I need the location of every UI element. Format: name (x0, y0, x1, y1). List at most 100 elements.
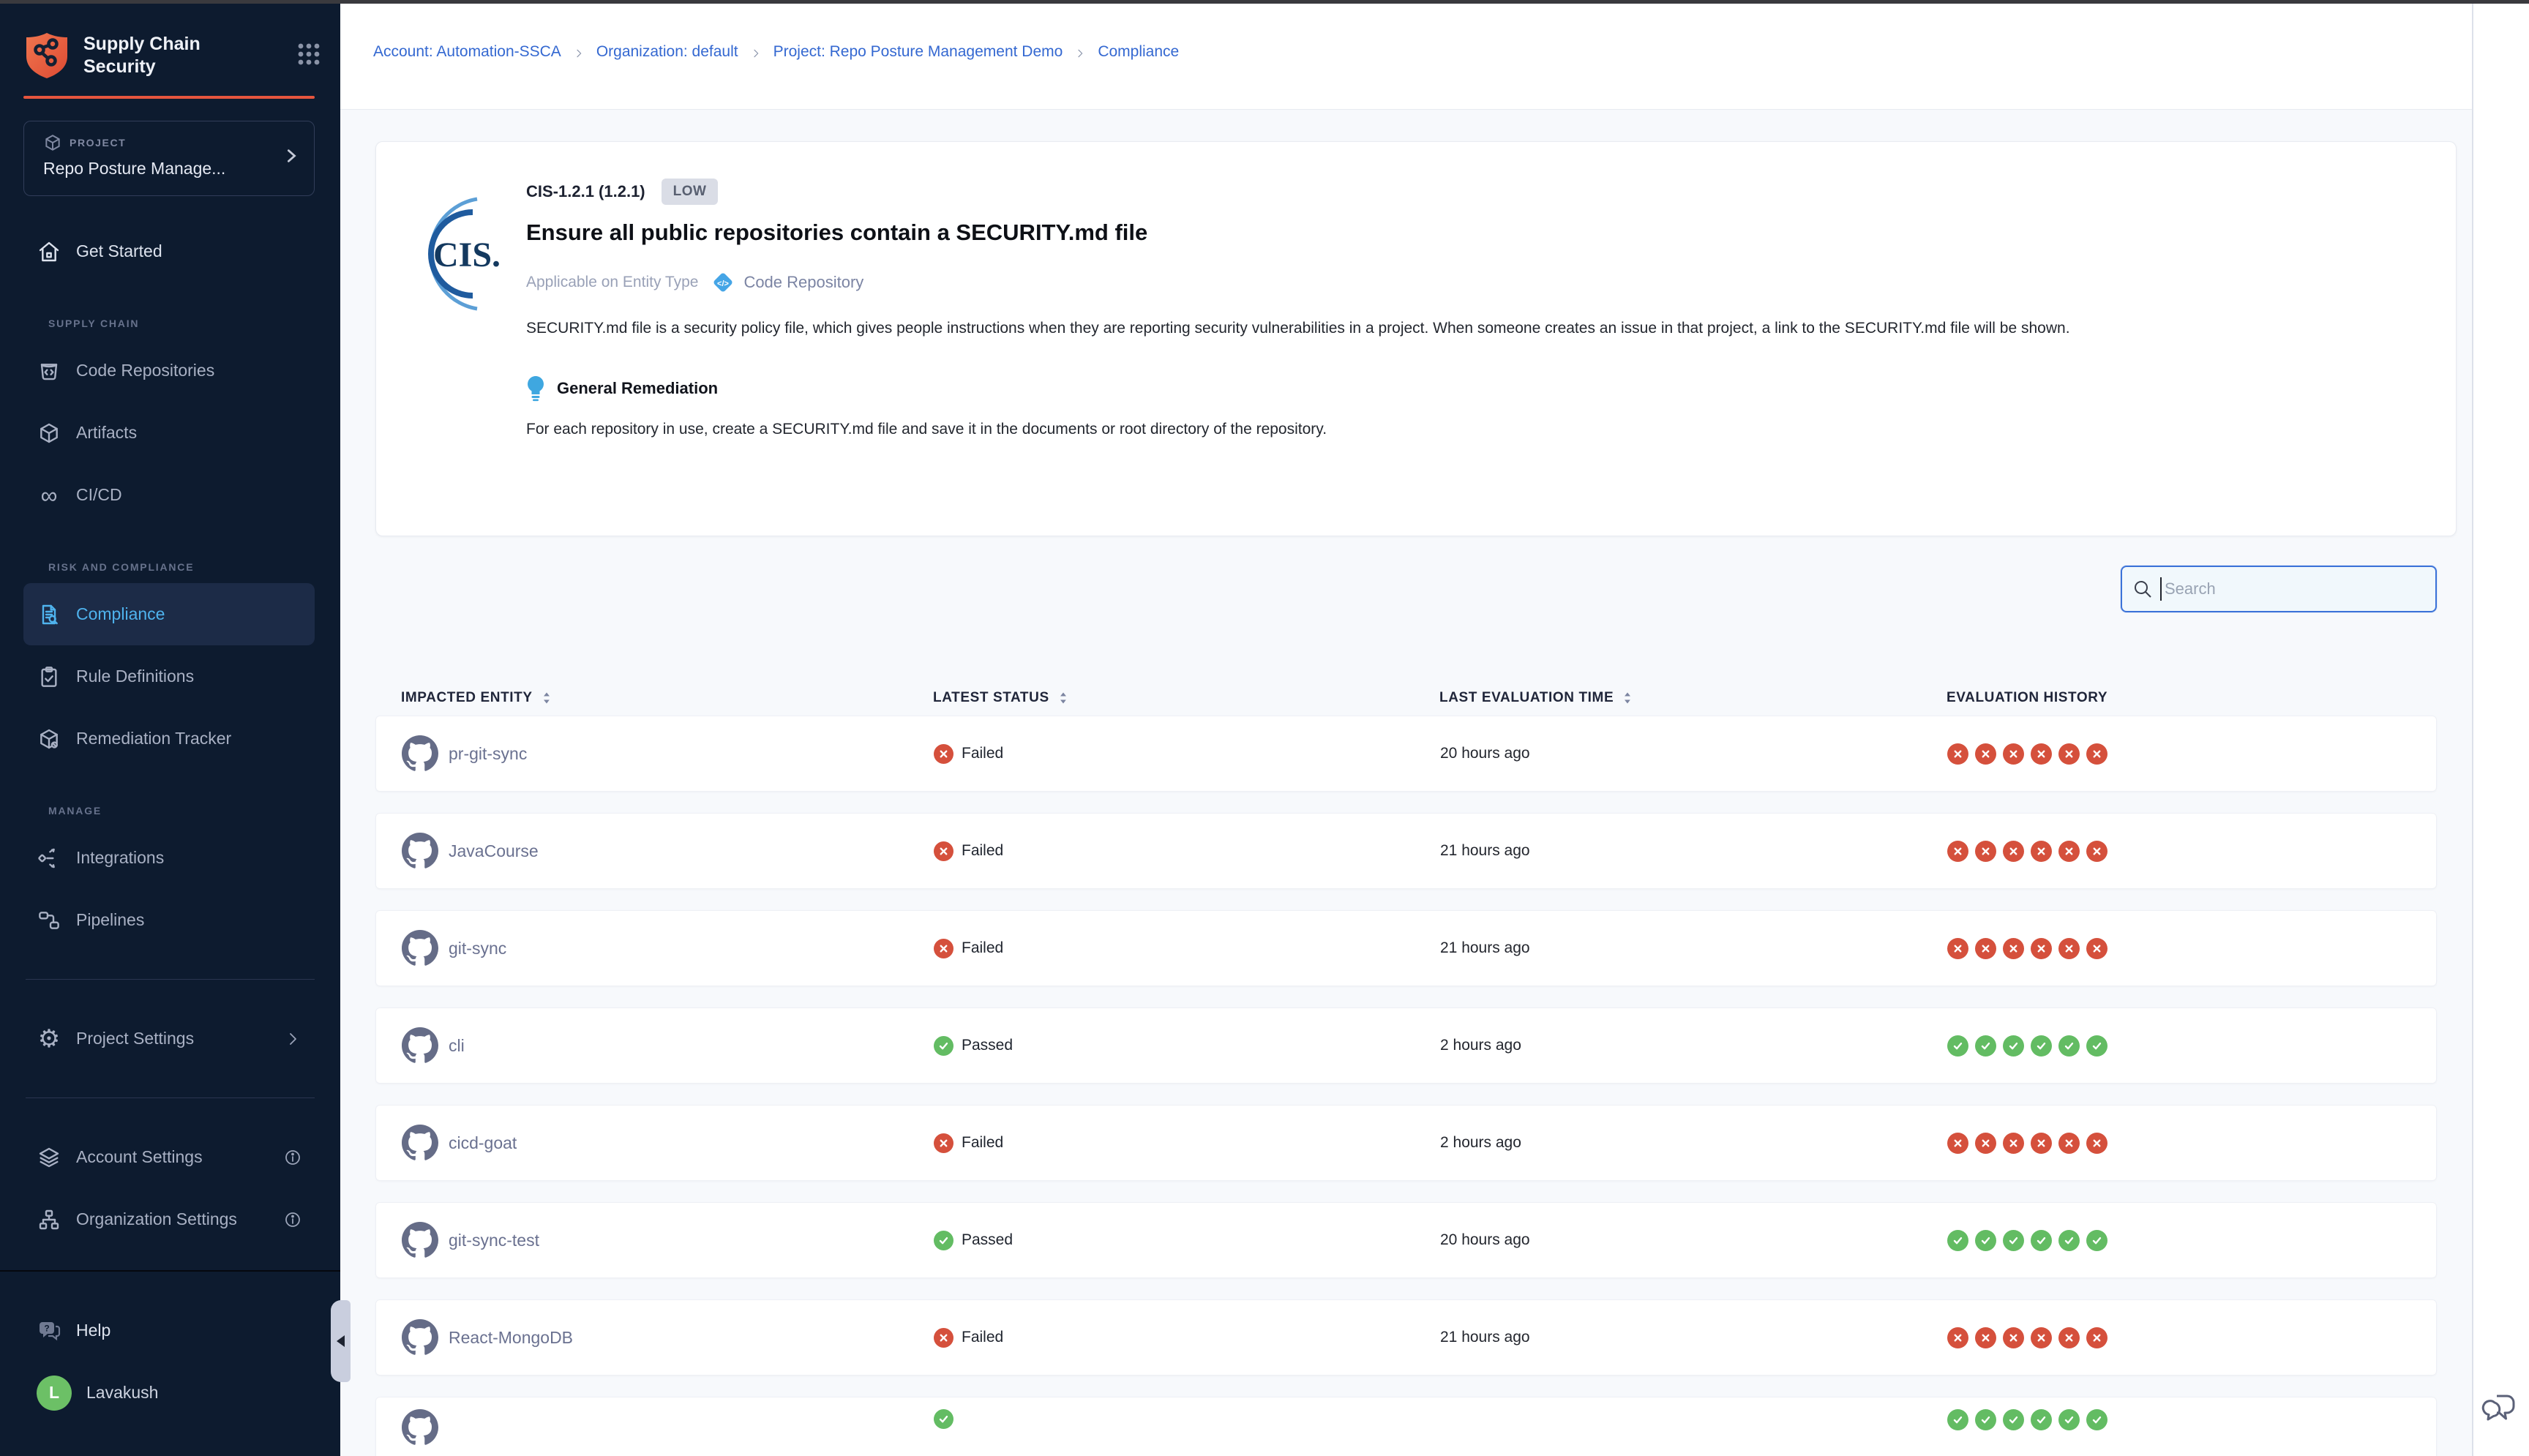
impacted-entity-cell: JavaCourse (376, 833, 908, 869)
impacted-entity-cell: git-sync-test (376, 1222, 908, 1258)
status-label: Failed (962, 1329, 1003, 1346)
user-menu[interactable]: L Lavakush (23, 1362, 315, 1424)
code-repo-icon (37, 359, 61, 383)
breadcrumb-item-compliance[interactable]: Compliance (1098, 43, 1179, 61)
infinity-icon: ∞ (37, 483, 61, 508)
table-row-pr-git-sync[interactable]: pr-git-syncFailed20 hours ago (375, 716, 2437, 792)
help-chat-icon: ? (37, 1318, 61, 1343)
status-label: Failed (962, 1134, 1003, 1152)
status-failed-icon (934, 939, 953, 958)
history-failed-icon (2058, 1327, 2080, 1348)
history-failed-icon (2031, 841, 2052, 862)
status-passed-icon (934, 1231, 953, 1250)
sidebar-item-artifacts[interactable]: Artifacts (23, 402, 315, 464)
sort-icon[interactable] (542, 691, 552, 705)
column-header-label: LAST EVALUATION TIME (1439, 690, 1614, 706)
history-failed-icon (2031, 1327, 2052, 1348)
table-row-javacourse[interactable]: JavaCourseFailed21 hours ago (375, 813, 2437, 889)
evaluation-history-cell (1922, 1133, 2457, 1154)
status-label: Failed (962, 745, 1003, 762)
sidebar-item-project-settings[interactable]: ⚙Project Settings (23, 1007, 315, 1070)
sidebar-item-help[interactable]: ? Help (23, 1299, 315, 1362)
status-passed-icon (934, 1036, 953, 1056)
layers-icon (37, 1145, 61, 1170)
entity-name[interactable]: React-MongoDB (449, 1328, 573, 1348)
sidebar-item-compliance[interactable]: Compliance (23, 583, 315, 645)
entity-name[interactable]: cicd-goat (449, 1133, 517, 1153)
history-passed-icon (2031, 1230, 2052, 1251)
table-row[interactable] (375, 1397, 2437, 1456)
sidebar-item-account-settings[interactable]: Account Settings (23, 1126, 315, 1188)
sidebar-collapse-handle[interactable] (331, 1300, 351, 1382)
chevron-right-icon (284, 1030, 301, 1048)
entity-type-chip: Code Repository (743, 273, 863, 292)
evaluation-history-cell (1922, 1035, 2457, 1057)
latest-status-cell: Failed (908, 744, 1415, 764)
cis-logo-text: CIS. (433, 236, 501, 274)
sort-icon[interactable] (1622, 691, 1633, 705)
breadcrumb-separator-icon (573, 46, 585, 58)
latest-status-cell: Passed (908, 1231, 1415, 1250)
history-failed-icon (2058, 1133, 2080, 1154)
sidebar-item-ci-cd[interactable]: ∞CI/CD (23, 464, 315, 526)
last-evaluation-time-cell (1415, 1397, 1922, 1409)
cube-outline-icon (37, 421, 61, 446)
sidebar-item-organization-settings[interactable]: Organization Settings (23, 1188, 315, 1250)
history-failed-icon (2003, 841, 2024, 862)
breadcrumb-separator-icon (1074, 46, 1086, 58)
search-input[interactable] (2165, 579, 2406, 598)
sidebar-item-get-started[interactable]: Get Started (23, 220, 315, 282)
table-row-git-sync-test[interactable]: git-sync-testPassed20 hours ago (375, 1202, 2437, 1278)
box-wrench-icon (37, 727, 61, 751)
history-failed-icon (2003, 1327, 2024, 1348)
sidebar-item-code-repositories[interactable]: Code Repositories (23, 339, 315, 402)
status-label: Failed (962, 939, 1003, 957)
nav-section-risk-and-compliance: RISK AND COMPLIANCE (0, 526, 340, 583)
last-evaluation-time-cell: 21 hours ago (1415, 939, 1922, 957)
impacted-entity-cell: cicd-goat (376, 1125, 908, 1161)
last-evaluation-time: 21 hours ago (1440, 842, 1530, 860)
app-logo: Supply Chain Security (23, 31, 320, 78)
info-icon (284, 1211, 301, 1228)
sidebar-item-integrations[interactable]: Integrations (23, 827, 315, 889)
github-icon (402, 1409, 438, 1446)
history-passed-icon (2058, 1409, 2080, 1430)
history-passed-icon (2031, 1409, 2052, 1430)
evaluation-history-cell (1922, 938, 2457, 959)
history-passed-icon (1947, 1230, 1968, 1251)
breadcrumb-item-organization[interactable]: Organization: default (596, 43, 738, 61)
module-grid-icon[interactable] (298, 43, 320, 65)
sidebar-item-label: Code Repositories (76, 361, 214, 380)
search-box[interactable] (2121, 566, 2437, 612)
entity-name[interactable]: git-sync (449, 939, 506, 958)
last-evaluation-time-cell: 21 hours ago (1415, 842, 1922, 860)
entity-name[interactable]: pr-git-sync (449, 744, 527, 764)
project-selector[interactable]: PROJECT Repo Posture Manage... (23, 121, 315, 196)
rule-id: CIS-1.2.1 (1.2.1) (526, 182, 645, 201)
history-failed-icon (2086, 1133, 2108, 1154)
sidebar-item-pipelines[interactable]: Pipelines (23, 889, 315, 951)
github-icon (402, 1125, 438, 1161)
entity-name[interactable]: git-sync-test (449, 1231, 539, 1250)
sidebar-item-rule-definitions[interactable]: Rule Definitions (23, 645, 315, 708)
table-row-react-mongodb[interactable]: React-MongoDBFailed21 hours ago (375, 1299, 2437, 1376)
table-row-cicd-goat[interactable]: cicd-goat Failed 2 hours ago (375, 1105, 2437, 1181)
entity-name[interactable]: cli (449, 1036, 465, 1056)
sidebar-item-remediation-tracker[interactable]: Remediation Tracker (23, 708, 315, 770)
rule-title: Ensure all public repositories contain a… (526, 219, 2408, 246)
chat-widget-icon[interactable] (2479, 1387, 2520, 1428)
org-nodes-icon (37, 1207, 61, 1232)
history-failed-icon (2003, 1133, 2024, 1154)
last-evaluation-time-cell: 2 hours ago (1415, 1134, 1922, 1152)
latest-status-cell: Failed (908, 939, 1415, 958)
table-row-git-sync[interactable]: git-sync Failed 21 hours ago (375, 910, 2437, 986)
breadcrumb-item-account[interactable]: Account: Automation-SSCA (373, 43, 561, 61)
sort-icon[interactable] (1058, 691, 1068, 705)
avatar: L (37, 1376, 72, 1411)
entity-name[interactable]: JavaCourse (449, 841, 539, 861)
table-body: pr-git-syncFailed20 hours agoJavaCourseF… (375, 716, 2437, 1456)
help-label: Help (76, 1321, 110, 1340)
lightbulb-icon (526, 375, 545, 402)
table-row-cli[interactable]: cliPassed2 hours ago (375, 1007, 2437, 1084)
breadcrumb-item-project[interactable]: Project: Repo Posture Management Demo (773, 43, 1063, 61)
